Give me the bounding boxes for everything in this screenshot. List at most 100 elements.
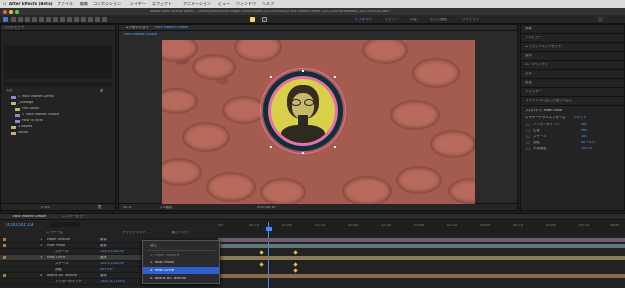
sort-icon[interactable]: ▲ [100, 88, 103, 92]
workspace-libraries[interactable]: ライブラリ [462, 18, 479, 21]
menu-view[interactable]: ビュー [218, 2, 230, 6]
layer-duration-bar[interactable] [218, 273, 625, 278]
apple-icon[interactable]:  [3, 2, 6, 7]
keyframe-icon[interactable] [293, 249, 298, 255]
layer-name[interactable]: Host Photo [47, 244, 65, 247]
tab-composition[interactable]: コンポジション [125, 26, 149, 29]
transform-handle[interactable] [270, 76, 272, 78]
panel-preview[interactable]: プレビュー [525, 36, 542, 39]
property-value[interactable]: 0x+0.0° [100, 268, 114, 271]
stopwatch-icon[interactable]: ◯ [526, 135, 530, 138]
panel-info[interactable]: 情報 [525, 27, 532, 30]
camera-tool-icon[interactable] [39, 17, 44, 22]
rotate-tool-icon[interactable] [32, 17, 37, 22]
keyframe-icon[interactable] [259, 249, 264, 255]
menu-file[interactable]: ファイル [57, 2, 73, 6]
tab-timeline[interactable]: Track Mattes Simple [12, 215, 46, 218]
blend-mode-dropdown[interactable]: 通常 [100, 256, 107, 259]
panel-effects-presets[interactable]: エフェクト&プリセット [525, 45, 562, 48]
menu-effect[interactable]: エフェクト [152, 2, 172, 6]
panel-cc-libraries[interactable]: CC ライブラリ [525, 63, 548, 66]
clone-tool-icon[interactable] [81, 17, 86, 22]
close-window-button[interactable] [3, 9, 7, 14]
transform-handle[interactable] [302, 70, 304, 72]
property-value[interactable]: 124.0,124.0% [100, 250, 124, 253]
layer-duration-bar[interactable] [218, 255, 625, 260]
keyframe-icon[interactable] [259, 261, 264, 267]
workspace-small-screen[interactable]: 小さい画面 [430, 18, 447, 21]
composition-name[interactable]: Track Mattes Simple [154, 26, 188, 29]
transform-handle[interactable] [302, 152, 304, 154]
blend-mode-dropdown[interactable]: 乗算 [100, 238, 107, 241]
menu-composition[interactable]: コンポジション [93, 2, 121, 6]
resolution-dropdown[interactable]: フル画質 [159, 206, 173, 209]
property-value[interactable]: 960 [581, 129, 587, 132]
stroke-color-swatch[interactable] [262, 17, 267, 22]
parent-header[interactable]: 親とリンク [172, 231, 189, 234]
property-value[interactable]: 960 [581, 123, 587, 126]
playhead-handle[interactable] [265, 227, 272, 231]
project-search-input[interactable] [4, 82, 112, 87]
pen-tool-icon[interactable] [60, 17, 65, 22]
layer-path-outline[interactable] [260, 68, 346, 154]
stopwatch-icon[interactable]: ◯ [526, 141, 530, 144]
menu-animation[interactable]: アニメーション [183, 2, 211, 6]
properties-section[interactable]: レイヤートランスフォーム [525, 116, 565, 119]
tab-render-queue[interactable]: レンダーキュー [62, 215, 86, 218]
viewer-timecode[interactable]: 0;00;00;19 [257, 206, 276, 209]
layer-name-header[interactable]: レイヤー名 [46, 231, 63, 234]
menu-item-beans-bg-texture[interactable]: 4. Beans BG Texture [143, 275, 219, 282]
tab-project[interactable]: プロジェクト [4, 26, 24, 29]
type-tool-icon[interactable] [67, 17, 72, 22]
layer-name[interactable]: Paper Texture [47, 238, 70, 241]
stopwatch-icon[interactable]: ◯ [526, 129, 530, 132]
layer-duration-bar[interactable] [218, 237, 625, 242]
minimize-window-button[interactable] [9, 9, 13, 14]
property-value[interactable]: 100 [581, 135, 587, 138]
property-value[interactable]: 0x +0.0° [581, 141, 596, 144]
zoom-tool-icon[interactable] [25, 17, 30, 22]
property-value[interactable]: 124.0,124.0% [100, 262, 124, 265]
menu-help[interactable]: ヘルプ [262, 2, 274, 6]
brush-tool-icon[interactable] [74, 17, 79, 22]
visibility-eye-icon[interactable] [3, 274, 6, 277]
visibility-eye-icon[interactable] [3, 238, 6, 241]
zoom-window-button[interactable] [15, 9, 19, 14]
transform-handle[interactable] [334, 76, 336, 78]
menu-item-host-circle[interactable]: 3. Host Circle [143, 267, 219, 274]
app-name[interactable]: After Effects (Beta) [9, 2, 53, 6]
stopwatch-icon[interactable]: ◯ [526, 147, 530, 150]
transform-handle[interactable] [334, 146, 336, 148]
trash-icon[interactable]: 🗑 [97, 205, 102, 209]
timeline-timecode[interactable]: 0;00;00;19 [6, 223, 33, 228]
panel-tracker[interactable]: トラッカー [525, 90, 542, 93]
name-column-header[interactable]: 名前 [6, 89, 13, 92]
menu-window[interactable]: ウィンドウ [236, 2, 256, 6]
workspace-default[interactable]: デフォルト [355, 18, 372, 21]
eraser-tool-icon[interactable] [88, 17, 93, 22]
search-icon[interactable] [598, 17, 603, 22]
visibility-eye-icon[interactable] [3, 244, 6, 247]
timeline-search-input[interactable] [50, 222, 80, 227]
property-value[interactable]: 100 % [581, 147, 592, 150]
composition-canvas[interactable] [162, 40, 475, 204]
roto-brush-icon[interactable] [95, 17, 100, 22]
menu-layer[interactable]: レイヤー [130, 2, 146, 6]
shape-tool-icon[interactable] [53, 17, 58, 22]
breadcrumb[interactable]: Track Mattes Simple [123, 33, 157, 36]
panel-align[interactable]: 整列 [525, 54, 532, 57]
fill-color-swatch[interactable] [250, 17, 255, 22]
track-matte-header[interactable]: トラックマット [122, 231, 146, 234]
property-value[interactable]: 2592.0,1728.0 [100, 280, 125, 283]
keyframe-icon[interactable] [293, 261, 298, 267]
panel-content-aware-fill[interactable]: コンテンツに応じた塗りつぶし [525, 99, 573, 102]
panel-character[interactable]: 文字 [525, 72, 532, 75]
stopwatch-icon[interactable]: ◯ [526, 123, 530, 126]
bit-depth-button[interactable]: 8 bpc [41, 206, 50, 209]
puppet-tool-icon[interactable] [102, 17, 107, 22]
workspace-learn[interactable]: 学習 [410, 18, 417, 21]
blend-mode-dropdown[interactable]: 乗算 [100, 244, 107, 247]
keyframe-icon[interactable] [293, 267, 298, 273]
transform-handle[interactable] [270, 146, 272, 148]
visibility-eye-icon[interactable] [3, 256, 6, 259]
